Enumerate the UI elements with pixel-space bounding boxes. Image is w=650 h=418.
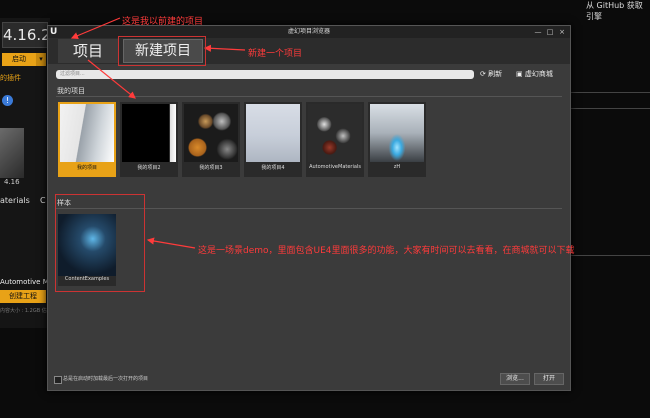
annotation-created-projects: 这是我以前建的项目: [122, 17, 204, 27]
sample-highlight: [55, 194, 145, 292]
annotation-sample-demo: 这是一场景demo，里面包含UE4里面很多的功能，大家有时间可以去看看，在商城就…: [198, 246, 575, 256]
annotation-new-project: 新建一个项目: [248, 49, 303, 59]
new-project-highlight: [118, 36, 206, 66]
